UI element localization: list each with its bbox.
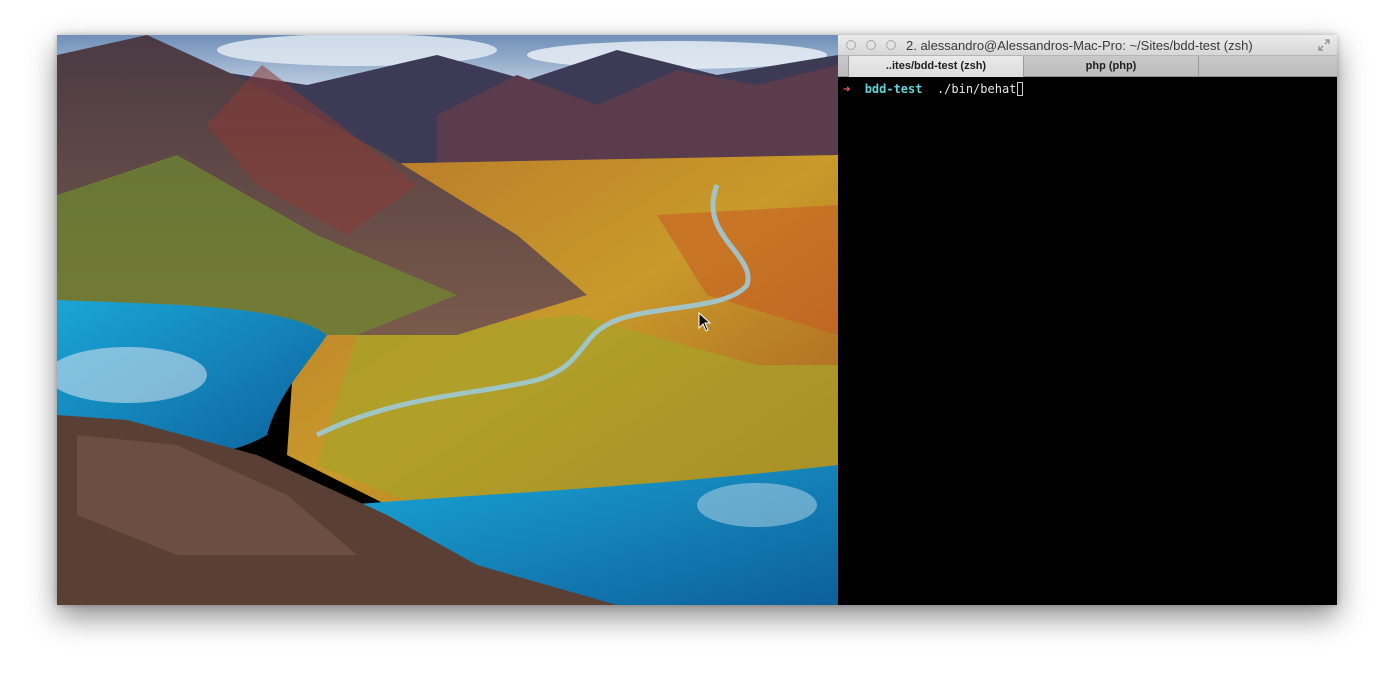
tab-php[interactable]: php (php) — [1024, 56, 1199, 77]
close-button[interactable] — [846, 40, 856, 50]
fullscreen-icon[interactable] — [1318, 39, 1330, 51]
window-title: 2. alessandro@Alessandros-Mac-Pro: ~/Sit… — [906, 38, 1253, 53]
prompt-directory: bdd-test — [864, 82, 923, 96]
command-text: ./bin/behat — [936, 82, 1017, 96]
minimize-button[interactable] — [866, 40, 876, 50]
terminal-window[interactable]: 2. alessandro@Alessandros-Mac-Pro: ~/Sit… — [838, 35, 1337, 605]
window-titlebar[interactable]: 2. alessandro@Alessandros-Mac-Pro: ~/Sit… — [838, 35, 1337, 56]
tab-zsh[interactable]: ..ites/bdd-test (zsh) — [848, 56, 1024, 77]
prompt-arrow-icon: ➜ — [843, 82, 851, 96]
text-cursor — [1017, 82, 1024, 96]
tab-empty[interactable] — [1199, 56, 1337, 77]
desktop-wallpaper — [57, 35, 838, 605]
prompt-line[interactable]: ➜ bdd-test ./bin/behat — [843, 81, 1024, 97]
zoom-button[interactable] — [886, 40, 896, 50]
screen: 2. alessandro@Alessandros-Mac-Pro: ~/Sit… — [57, 35, 1337, 605]
landscape-image — [57, 35, 838, 605]
tab-bar: ..ites/bdd-test (zsh) php (php) — [838, 56, 1337, 77]
mouse-cursor-icon — [698, 312, 712, 332]
